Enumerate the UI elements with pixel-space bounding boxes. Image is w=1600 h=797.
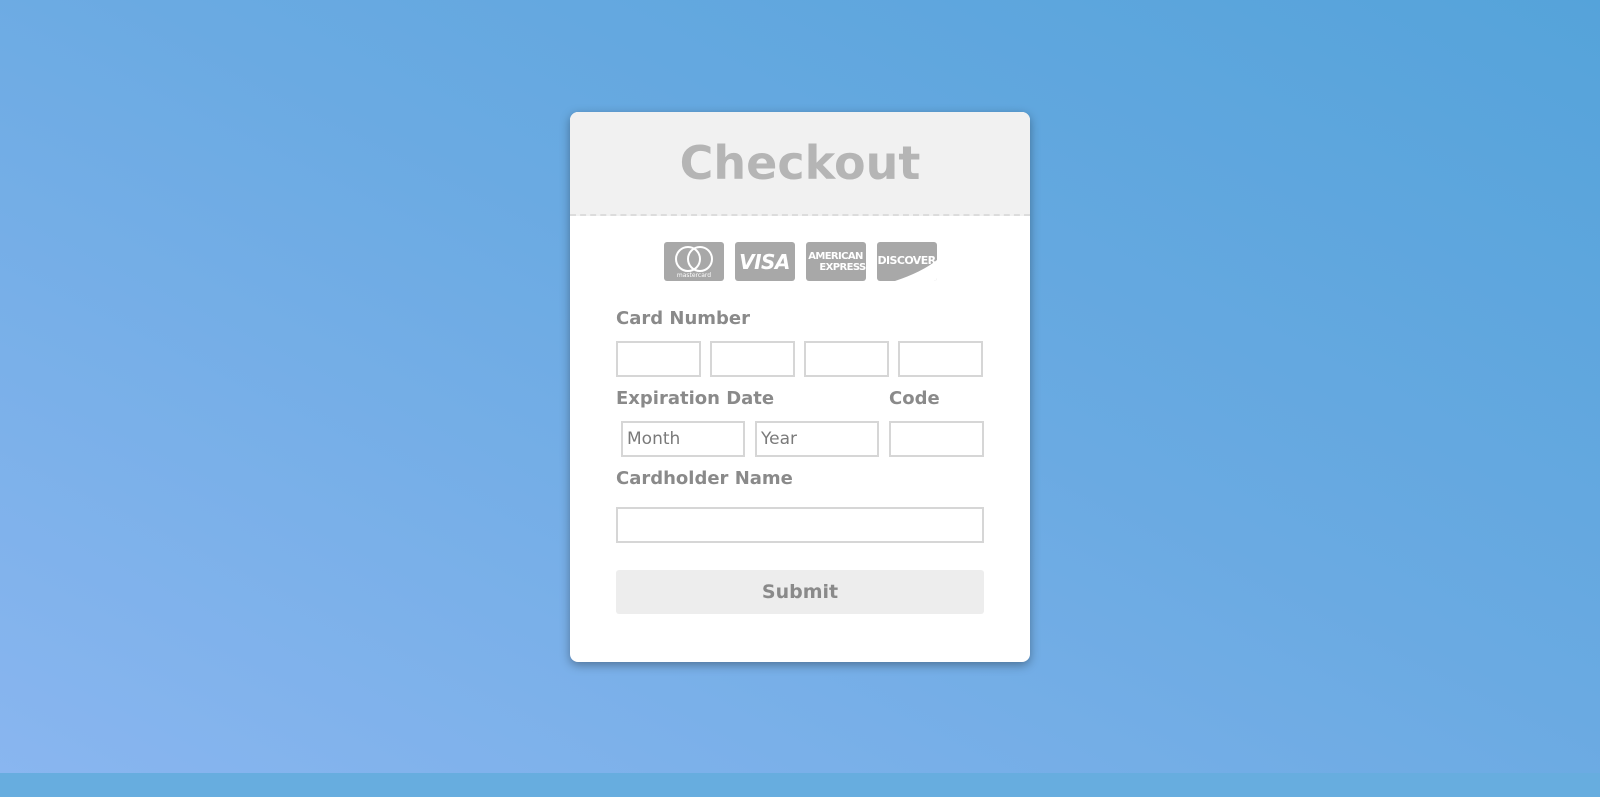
card-number-row — [616, 341, 984, 377]
mastercard-wordmark: mastercard — [676, 272, 710, 279]
amex-wordmark-line1: AMERICAN — [808, 250, 863, 262]
discover-logo-icon: DISCOVER — [876, 242, 937, 281]
checkout-card: Checkout mastercard VISA AMERICAN EXPRES… — [570, 112, 1030, 662]
checkout-form: Card Number Expiration Date Code Month Y… — [570, 308, 1030, 614]
expiration-month-input[interactable]: Month — [621, 421, 745, 457]
expiration-date-label: Expiration Date — [616, 388, 775, 409]
visa-wordmark: VISA — [739, 249, 790, 274]
page-title: Checkout — [679, 136, 921, 190]
page-bottom-strip — [0, 773, 1600, 797]
amex-wordmark-line2: EXPRESS — [819, 261, 866, 273]
checkout-header: Checkout — [570, 112, 1030, 216]
discover-wordmark: DISCOVER — [877, 253, 937, 267]
card-logos: mastercard VISA AMERICAN EXPRESS DISCOVE… — [570, 242, 1030, 281]
card-number-input-4[interactable] — [898, 341, 983, 377]
mastercard-circles-icon: mastercard — [674, 246, 713, 279]
card-number-input-3[interactable] — [804, 341, 889, 377]
cardholder-name-input[interactable] — [616, 507, 984, 543]
cardholder-name-label: Cardholder Name — [616, 468, 793, 489]
visa-logo-icon: VISA — [734, 242, 795, 281]
security-code-input[interactable] — [889, 421, 984, 457]
expiration-code-row: Month Year — [616, 421, 984, 457]
card-number-label: Card Number — [616, 308, 750, 329]
amex-wordmark: AMERICAN EXPRESS — [806, 250, 866, 273]
expiration-year-input[interactable]: Year — [755, 421, 879, 457]
mastercard-logo-icon: mastercard — [663, 242, 724, 281]
code-label: Code — [889, 388, 940, 409]
card-number-input-1[interactable] — [616, 341, 701, 377]
amex-logo-icon: AMERICAN EXPRESS — [805, 242, 866, 281]
submit-button[interactable]: Submit — [616, 570, 984, 614]
expiration-code-labels: Expiration Date Code — [616, 388, 984, 410]
card-number-input-2[interactable] — [710, 341, 795, 377]
